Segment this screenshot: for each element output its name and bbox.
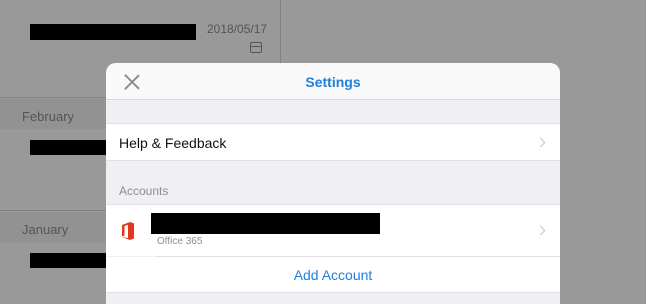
- chevron-right-icon: [535, 137, 546, 148]
- settings-title: Settings: [305, 74, 361, 90]
- help-feedback-row[interactable]: Help & Feedback: [106, 123, 560, 161]
- add-account-button[interactable]: Add Account: [106, 257, 560, 293]
- account-row[interactable]: Office 365: [106, 204, 560, 256]
- account-type-label: Office 365: [157, 236, 203, 247]
- office-365-icon: [122, 222, 134, 240]
- settings-sheet: Settings Help & Feedback Accounts Office…: [106, 63, 560, 304]
- settings-navbar: Settings: [106, 63, 560, 100]
- accounts-section-header: Accounts: [119, 184, 169, 198]
- chevron-right-icon: [535, 225, 546, 236]
- redacted-account-email: [151, 213, 380, 234]
- add-account-label: Add Account: [293, 267, 373, 283]
- help-feedback-label: Help & Feedback: [119, 135, 227, 151]
